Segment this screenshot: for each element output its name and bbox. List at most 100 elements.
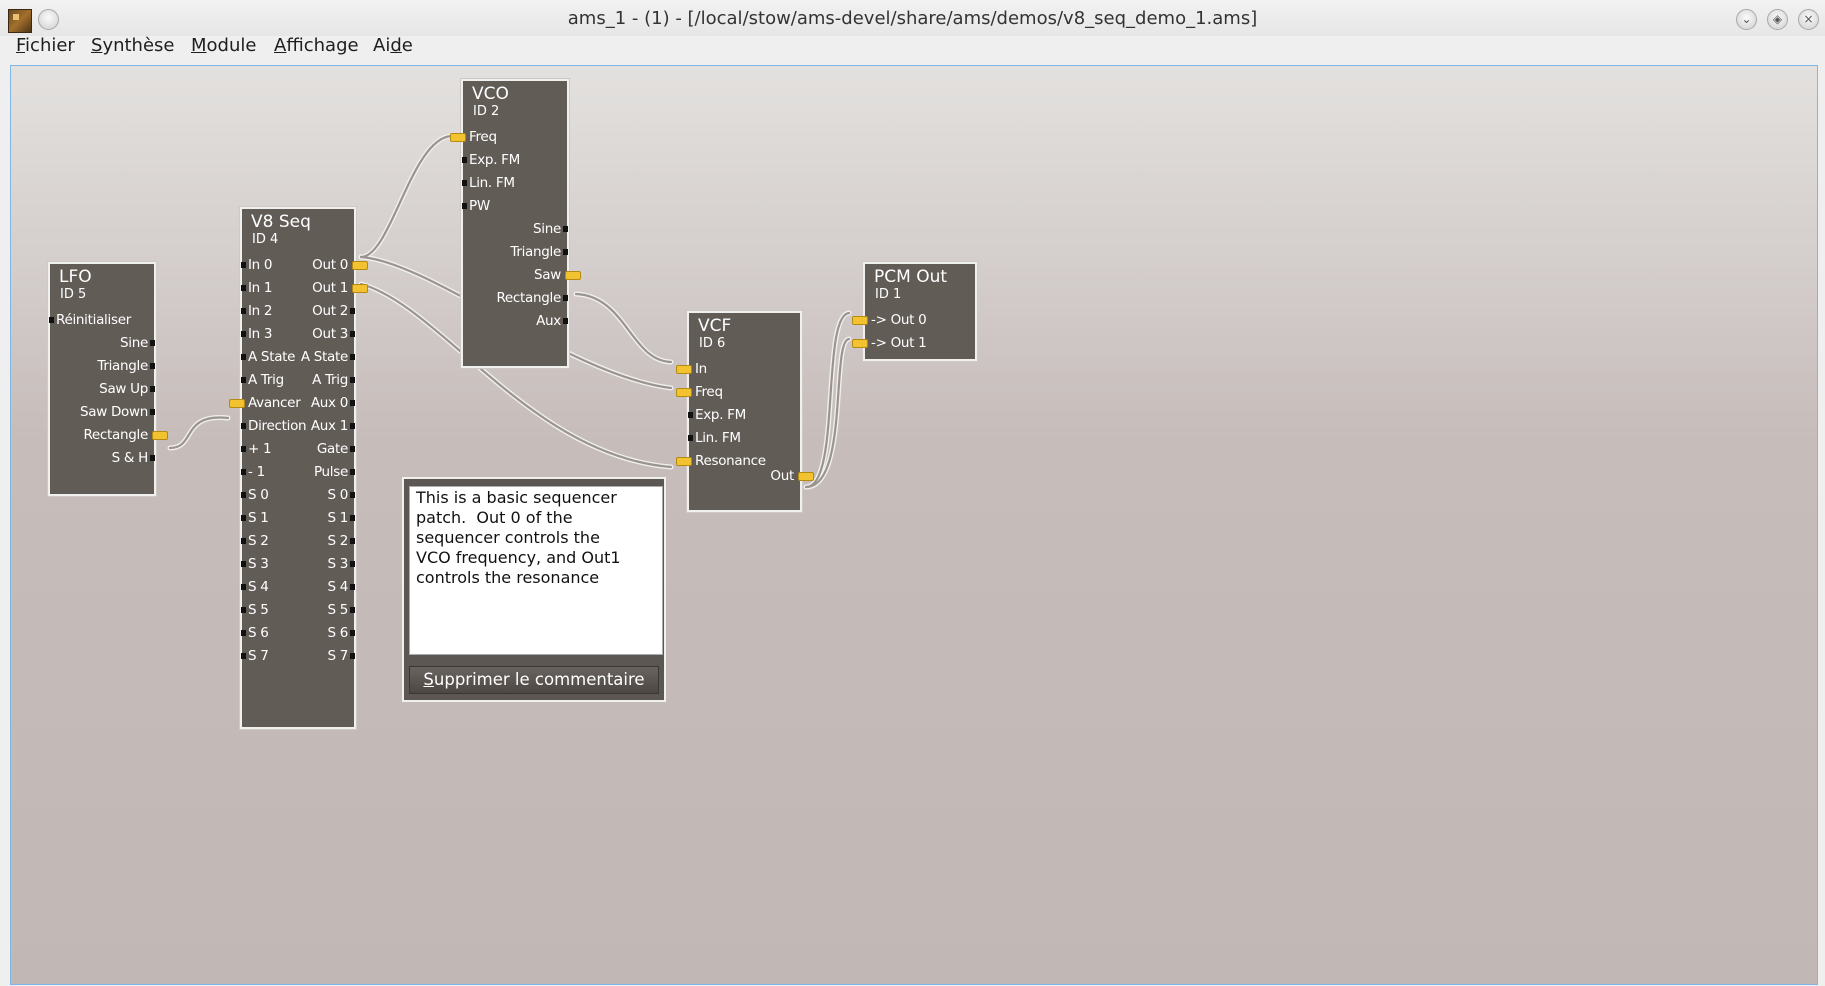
output-jack-out-0[interactable] [352,261,368,270]
output-port-rectangle[interactable]: Rectangle [496,290,561,306]
output-port-out[interactable]: Out [770,468,794,484]
output-jack-rectangle[interactable] [563,295,568,301]
module-vco[interactable]: VCO ID 2 Freq Exp. FM Lin. FM PW Sine Triangl… [450,79,581,368]
output-port-saw-down[interactable]: Saw Down [80,404,148,420]
input-port-exp-fm[interactable]: Exp. FM [695,407,746,423]
input-jack-s-6[interactable] [241,630,246,636]
output-port-triangle[interactable]: Triangle [510,244,561,260]
input-jack-1[interactable] [241,469,246,475]
input-port-s-3[interactable]: S 3 [248,556,269,572]
input-port-a-state[interactable]: A State [248,349,295,365]
output-jack-out-3[interactable] [350,331,355,337]
output-jack-s-6[interactable] [350,630,355,636]
output-port-out-1[interactable]: Out 1 [312,280,348,296]
input-jack-in-3[interactable] [241,331,246,337]
input-jack-in-1[interactable] [241,285,246,291]
output-port-s-1[interactable]: S 1 [327,510,348,526]
menu-synthese[interactable]: Synthèse [91,36,175,56]
input-jack-lin-fm[interactable] [688,435,693,441]
input-jack-in-2[interactable] [241,308,246,314]
output-jack-sine[interactable] [563,226,568,232]
output-port-s-7[interactable]: S 7 [327,648,348,664]
output-port-out-2[interactable]: Out 2 [312,303,348,319]
output-jack-s-2[interactable] [350,538,355,544]
input-jack-in[interactable] [676,365,692,374]
input-port-a-trig[interactable]: A Trig [248,372,284,388]
output-jack-out-1[interactable] [352,284,368,293]
input-jack-s-0[interactable] [241,492,246,498]
input-port-out-0[interactable]: -> Out 0 [871,312,927,328]
close-icon[interactable]: × [1798,9,1819,30]
menu-aide[interactable]: Aide [373,36,413,56]
output-jack-s-0[interactable] [350,492,355,498]
input-port-resonance[interactable]: Resonance [695,453,766,469]
menu-module[interactable]: Module [191,36,256,56]
output-port-saw-up[interactable]: Saw Up [99,381,148,397]
input-port-out-1[interactable]: -> Out 1 [871,335,927,351]
output-jack-rectangle[interactable] [152,431,168,440]
module-lfo[interactable]: LFO ID 5 Réinitialiser Sine Triangle Saw Up… [48,262,168,496]
delete-comment-button[interactable]: Supprimer le commentaire [409,666,659,694]
output-jack-s-7[interactable] [350,653,355,659]
output-jack-s-4[interactable] [350,584,355,590]
input-port-in-3[interactable]: In 3 [248,326,273,342]
input-port-s-6[interactable]: S 6 [248,625,269,641]
input-jack-a-state[interactable] [241,354,246,360]
output-jack-s-5[interactable] [350,607,355,613]
module-v8seq[interactable]: V8 Seq ID 4 In 0 In 1 In 2 In 3 A State A Tri… [229,207,368,729]
output-port-triangle[interactable]: Triangle [97,358,148,374]
output-jack-aux-1[interactable] [350,423,355,429]
input-port-direction[interactable]: Direction [248,418,307,434]
output-port-aux[interactable]: Aux [536,313,561,329]
window-titlebar[interactable]: ams_1 - (1) - [/local/stow/ams-devel/sha… [0,0,1825,36]
output-port-s-0[interactable]: S 0 [327,487,348,503]
output-jack-saw-down[interactable] [150,409,155,415]
maximize-icon[interactable]: ◈ [1767,9,1788,30]
output-port-s-3[interactable]: S 3 [327,556,348,572]
output-jack-aux[interactable] [563,318,568,324]
output-port-sine[interactable]: Sine [533,221,561,237]
input-jack-s-4[interactable] [241,584,246,590]
output-jack-saw-up[interactable] [150,386,155,392]
module-vcf[interactable]: VCF ID 6 In Freq Exp. FM Lin. FM Resonance Ou… [676,311,814,512]
input-port-in-0[interactable]: In 0 [248,257,273,273]
input-port-s-1[interactable]: S 1 [248,510,269,526]
output-port-sine[interactable]: Sine [120,335,148,351]
input-jack-exp-fm[interactable] [688,412,693,418]
output-port-s-4[interactable]: S 4 [327,579,348,595]
output-jack-pulse[interactable] [350,469,355,475]
output-jack-gate[interactable] [350,446,355,452]
input-port-pw[interactable]: PW [469,198,490,214]
output-port-s-h[interactable]: S & H [112,450,149,466]
output-port-s-6[interactable]: S 6 [327,625,348,641]
input-jack-pw[interactable] [462,203,467,209]
input-jack-in-0[interactable] [241,262,246,268]
output-port-out-0[interactable]: Out 0 [312,257,348,273]
comment-text[interactable]: This is a basic sequencer patch. Out 0 o… [409,486,663,655]
input-jack-freq[interactable] [450,133,466,142]
input-jack-s-1[interactable] [241,515,246,521]
output-port-pulse[interactable]: Pulse [314,464,348,480]
input-jack-lin-fm[interactable] [462,180,467,186]
output-port-rectangle[interactable]: Rectangle [83,427,148,443]
output-port-a-trig[interactable]: A Trig [312,372,348,388]
input-jack-s-2[interactable] [241,538,246,544]
input-port-exp-fm[interactable]: Exp. FM [469,152,520,168]
input-port-1[interactable]: + 1 [248,441,272,457]
wire-vco-saw-to-vcf-in[interactable] [573,291,674,365]
input-jack-out-1[interactable] [852,339,868,348]
input-port-in[interactable]: In [695,361,707,377]
input-port-1[interactable]: - 1 [248,464,265,480]
input-port-s-4[interactable]: S 4 [248,579,269,595]
output-jack-a-trig[interactable] [350,377,355,383]
output-port-saw[interactable]: Saw [534,267,561,283]
input-jack-1[interactable] [241,446,246,452]
input-jack-s-5[interactable] [241,607,246,613]
output-port-aux-1[interactable]: Aux 1 [311,418,348,434]
input-jack-resonance[interactable] [676,457,692,466]
output-port-aux-0[interactable]: Aux 0 [311,395,348,411]
output-port-s-2[interactable]: S 2 [327,533,348,549]
output-port-out-3[interactable]: Out 3 [312,326,348,342]
input-port-freq[interactable]: Freq [695,384,723,400]
input-port-s-7[interactable]: S 7 [248,648,269,664]
